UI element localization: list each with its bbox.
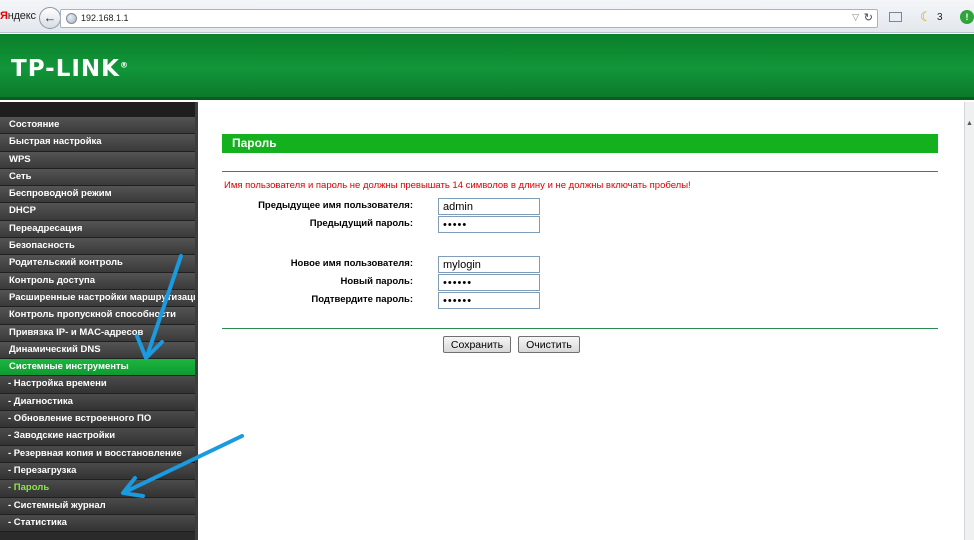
sidebar-top-pad <box>0 102 195 117</box>
sidebar-menu-list: Состояние Быстрая настройка WPS Сеть Беспров… <box>0 117 195 533</box>
sidebar-item[interactable]: Системные инструменты <box>0 359 195 377</box>
router-header: TP-LINK® <box>0 34 974 100</box>
browser-brand: Яндекс <box>0 10 36 22</box>
app-root: Яндекс ← 192.168.1.1 ▽ ↻ ☾ 3 ! TP-LINK® … <box>0 0 974 540</box>
browser-brand-first-letter: Я <box>0 10 8 22</box>
sidebar-item[interactable]: - Заводские настройки <box>0 428 195 446</box>
save-button[interactable]: Сохранить <box>443 336 511 353</box>
new-username-row: Новое имя пользователя: <box>200 256 964 273</box>
sidebar-item[interactable]: - Статистика <box>0 514 195 533</box>
moon-icon[interactable]: ☾ <box>920 9 932 25</box>
tp-link-logo: TP-LINK® <box>11 56 129 82</box>
new-username-label: Новое имя пользователя: <box>290 258 413 269</box>
scrollbar[interactable]: ▲ <box>964 102 974 540</box>
old-password-label: Предыдущий пароль: <box>309 218 413 229</box>
sidebar-item[interactable]: Быстрая настройка <box>0 134 195 152</box>
sidebar-item[interactable]: - Системный журнал <box>0 497 195 515</box>
new-password-input[interactable] <box>438 274 540 291</box>
sidebar-item[interactable]: Привязка IP- и MAC-адресов <box>0 324 195 342</box>
logo-text: TP-LINK <box>11 56 120 82</box>
address-url: 192.168.1.1 <box>81 13 129 23</box>
sidebar-item[interactable]: Состояние <box>0 117 195 135</box>
sidebar-item[interactable]: Родительский контроль <box>0 255 195 273</box>
sidebar-menu: Состояние Быстрая настройка WPS Сеть Беспров… <box>0 102 198 540</box>
bottom-divider <box>222 328 938 329</box>
sidebar-item[interactable]: Переадресация <box>0 220 195 239</box>
sidebar-item[interactable]: - Диагностика <box>0 393 195 412</box>
page-title: Пароль <box>222 134 938 153</box>
old-username-input[interactable] <box>438 198 540 215</box>
back-button[interactable]: ← <box>39 7 61 29</box>
sidebar-item[interactable]: DHCP <box>0 203 195 221</box>
top-divider <box>222 171 938 172</box>
sidebar-item[interactable]: - Пароль <box>0 480 195 498</box>
clear-button[interactable]: Очистить <box>518 336 580 353</box>
sidebar-item[interactable]: - Обновление встроенного ПО <box>0 411 195 429</box>
sidebar-item[interactable]: Беспроводной режим <box>0 186 195 204</box>
sidebar-item[interactable]: Контроль доступа <box>0 272 195 290</box>
old-username-label: Предыдущее имя пользователя: <box>258 200 413 211</box>
sidebar-item[interactable]: WPS <box>0 151 195 169</box>
status-badge[interactable]: ! <box>960 10 974 24</box>
notification-count: 3 <box>937 12 943 23</box>
logo-registered-mark: ® <box>119 60 129 70</box>
address-bar[interactable]: 192.168.1.1 ▽ ↻ <box>60 9 878 28</box>
main-content: Пароль Имя пользователя и пароль не долж… <box>200 102 964 540</box>
old-password-row: Предыдущий пароль: <box>200 216 964 233</box>
globe-icon <box>66 13 77 24</box>
browser-toolbar: Яндекс ← 192.168.1.1 ▽ ↻ ☾ 3 ! <box>0 0 974 33</box>
new-password-row: Новый пароль: <box>200 274 964 291</box>
refresh-icon[interactable]: ↻ <box>864 11 873 24</box>
scroll-up-icon[interactable]: ▲ <box>966 120 973 127</box>
sidebar-item[interactable]: - Настройка времени <box>0 376 195 394</box>
confirm-password-input[interactable] <box>438 292 540 309</box>
sidebar-item[interactable]: - Перезагрузка <box>0 462 195 481</box>
sidebar-item[interactable]: - Резервная копия и восстановление <box>0 445 195 463</box>
sidebar-item[interactable]: Сеть <box>0 168 195 187</box>
new-username-input[interactable] <box>438 256 540 273</box>
confirm-password-label: Подтвердите пароль: <box>311 294 413 305</box>
warning-message: Имя пользователя и пароль не должны прев… <box>224 180 691 191</box>
confirm-password-row: Подтвердите пароль: <box>200 292 964 309</box>
arrow-left-icon: ← <box>43 10 57 25</box>
sidebar-item[interactable]: Расширенные настройки маршрутизации <box>0 289 195 308</box>
chevron-down-icon[interactable]: ▽ <box>852 12 859 23</box>
browser-brand-rest: ндекс <box>7 10 36 22</box>
mail-icon[interactable] <box>889 12 902 22</box>
sidebar-item[interactable]: Контроль пропускной способности <box>0 307 195 325</box>
sidebar-item[interactable]: Безопасность <box>0 238 195 256</box>
old-username-row: Предыдущее имя пользователя: <box>200 198 964 215</box>
sidebar-item[interactable]: Динамический DNS <box>0 341 195 360</box>
old-password-input[interactable] <box>438 216 540 233</box>
new-password-label: Новый пароль: <box>340 276 413 287</box>
